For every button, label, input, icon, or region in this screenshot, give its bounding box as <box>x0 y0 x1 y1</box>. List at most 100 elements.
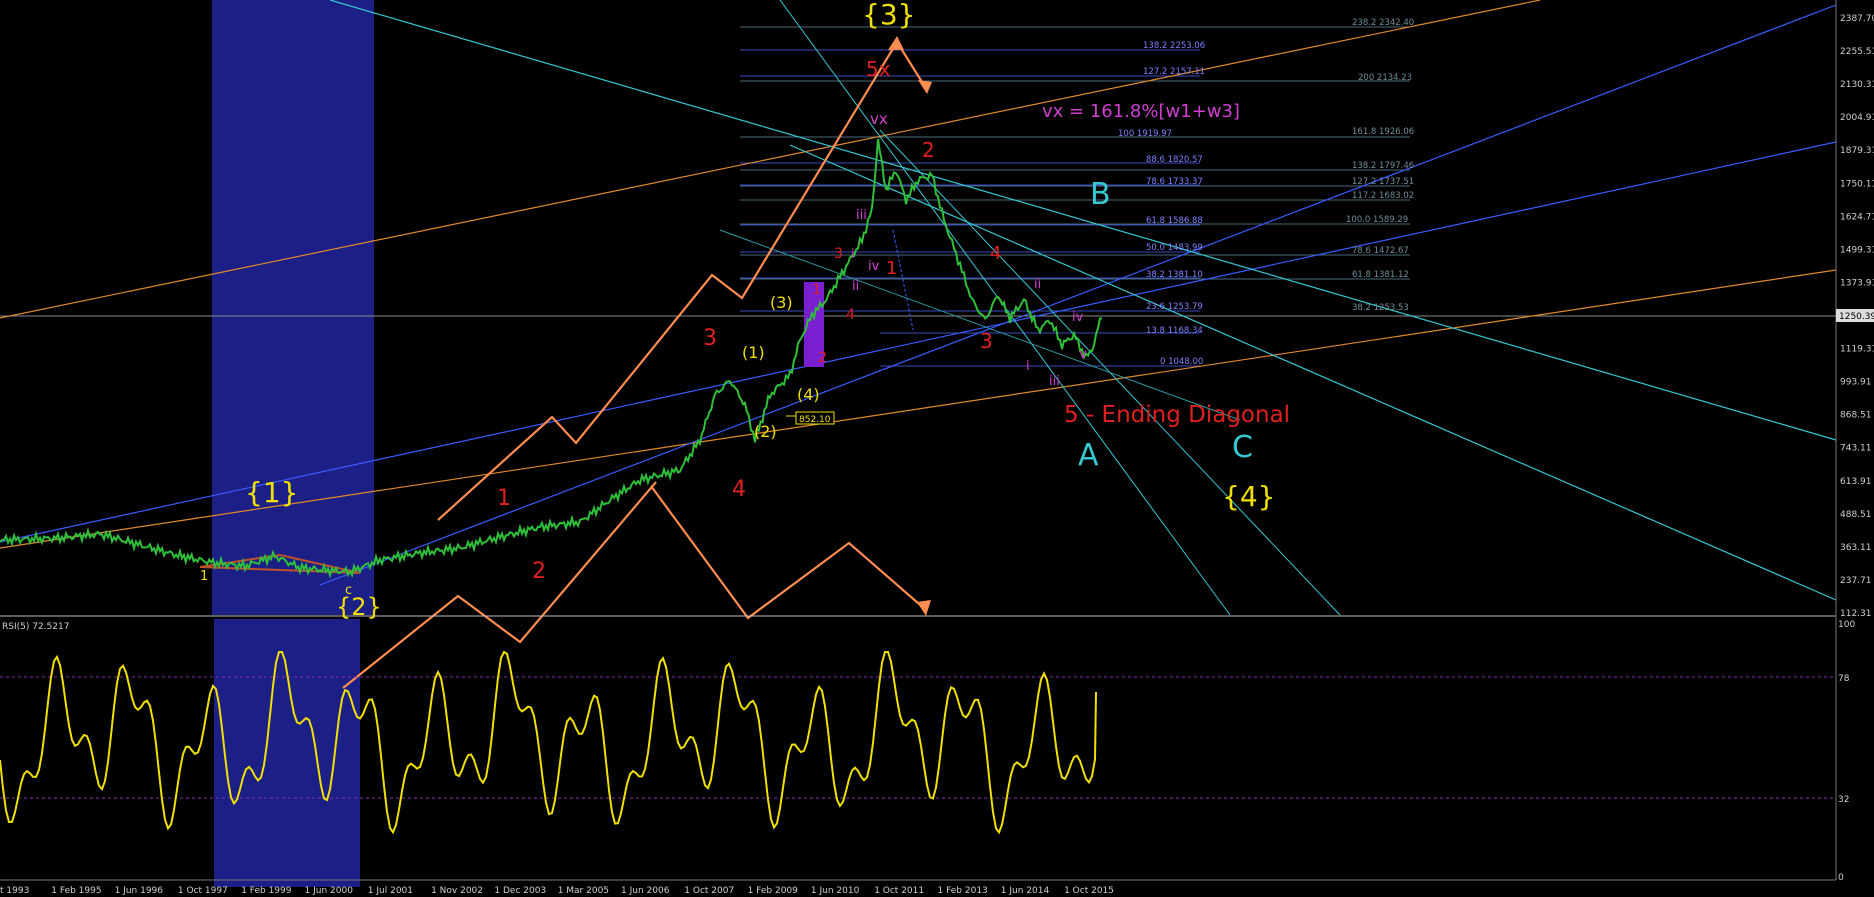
wave-5x-label: 5x <box>866 57 891 81</box>
wave-b-label: B <box>1090 177 1111 212</box>
svg-text:61.8 1381.12: 61.8 1381.12 <box>1352 270 1409 280</box>
wave-r3-label: 3 <box>703 326 717 351</box>
svg-text:50.0 1483.99: 50.0 1483.99 <box>1146 243 1203 253</box>
price-axis-label: 1624.71 <box>1840 212 1874 222</box>
wave-r4-label: 4 <box>732 477 746 502</box>
time-axis-label: 1 Dec 2003 <box>494 886 546 896</box>
wave-r1-label: 1 <box>497 486 511 511</box>
time-axis-label: 1 Oct 2015 <box>1064 886 1114 896</box>
price-marker-label: 852.10 <box>799 415 831 425</box>
wave-r2-label: 2 <box>532 559 546 584</box>
wave-ed-iii-label: iii <box>1049 374 1060 389</box>
time-axis-label: 1 Oct 1997 <box>178 886 228 896</box>
fib-labels-right: 238.2 2342.40 200 2134.23 161.8 1926.06 … <box>1346 18 1414 313</box>
svg-text:238.2 2342.40: 238.2 2342.40 <box>1352 18 1414 28</box>
wave-2-label: {2} <box>336 593 382 621</box>
price-axis-label: 993.91 <box>1840 378 1872 388</box>
wave-3-label: {3} <box>862 0 915 31</box>
price-axis-label: 1499.31 <box>1840 245 1874 255</box>
wave-p1-label: (1) <box>742 343 765 362</box>
svg-text:38.2 1381.10: 38.2 1381.10 <box>1146 270 1203 280</box>
svg-text:138.2 2253.06: 138.2 2253.06 <box>1143 41 1205 51</box>
price-axis-label: 1119.31 <box>1840 345 1874 355</box>
svg-text:78: 78 <box>1838 674 1850 684</box>
price-axis-label: 743.11 <box>1840 444 1872 454</box>
wave-i-label: i <box>851 247 855 262</box>
svg-text:138.2 1797.46: 138.2 1797.46 <box>1352 161 1414 171</box>
time-axis-label: 1 Feb 2013 <box>938 886 988 896</box>
rsi-series <box>0 650 1097 835</box>
trading-chart-window: 2387.70 2255.51 2130.31 2004.91 1879.31 1750.… <box>0 0 1874 897</box>
price-axis-label: 2004.91 <box>1840 113 1874 123</box>
wave-minor1-label: 1 <box>886 258 897 279</box>
current-price-tag: 1250.39 <box>1839 312 1874 322</box>
svg-text:127.2 2157.11: 127.2 2157.11 <box>1143 67 1205 77</box>
wave-p2-label: (2) <box>754 422 777 441</box>
wave-sub3-label: 3 <box>834 246 843 262</box>
wave-vx-label: vx <box>870 110 888 128</box>
svg-text:0 1048.00: 0 1048.00 <box>1160 357 1203 367</box>
svg-text:32: 32 <box>1838 795 1849 805</box>
price-axis-label: 1879.31 <box>1840 146 1874 156</box>
time-axis-label: 1 Jun 1996 <box>115 886 164 896</box>
wave-small-1-label: 1 <box>200 569 208 584</box>
time-axis-label: 1 Feb 2009 <box>748 886 799 896</box>
svg-text:13.8 1168.34: 13.8 1168.34 <box>1146 326 1203 336</box>
wave-small-c-label: c <box>345 583 352 598</box>
wave-c-label: C <box>1232 430 1253 465</box>
price-chart[interactable]: 2387.70 2255.51 2130.31 2004.91 1879.31 1750.… <box>0 0 1874 897</box>
price-axis-label: 613.91 <box>1840 477 1872 487</box>
highlight-band <box>212 0 374 615</box>
time-axis-label: 1 Feb 1999 <box>241 886 292 896</box>
rsi-label: RSI(5) 72.5217 <box>2 622 69 632</box>
svg-text:78.6 1472.67: 78.6 1472.67 <box>1352 246 1409 256</box>
price-axis-label: 363.11 <box>1840 543 1872 553</box>
svg-text:23.6 1253.79: 23.6 1253.79 <box>1146 302 1203 312</box>
ending-diagonal-label: 5 - Ending Diagonal <box>1064 402 1290 428</box>
time-axis-label: 1 Oct 2007 <box>684 886 734 896</box>
svg-text:117.2 1683.02: 117.2 1683.02 <box>1352 191 1414 201</box>
svg-text:127.2 1737.51: 127.2 1737.51 <box>1352 177 1414 187</box>
projection-line <box>892 229 914 331</box>
svg-text:100: 100 <box>1838 620 1855 630</box>
price-axis-label: 1373.91 <box>1840 278 1874 288</box>
price-axis-label: 2387.70 <box>1840 14 1874 24</box>
wave-ed-ii-label: ii <box>1034 277 1041 292</box>
wave-iv-label: iv <box>868 259 880 274</box>
rsi-axis: 100 78 32 0 <box>1838 620 1855 883</box>
svg-text:161.8 1926.06: 161.8 1926.06 <box>1352 127 1414 137</box>
svg-text:200 2134.23: 200 2134.23 <box>1358 73 1412 83</box>
price-axis-label: 1750.11 <box>1840 179 1874 189</box>
svg-text:0: 0 <box>1838 873 1844 883</box>
wave-iii-label: iii <box>856 208 867 223</box>
svg-text:38.2 1253.53: 38.2 1253.53 <box>1352 303 1409 313</box>
time-axis-label: 1 Nov 2002 <box>431 886 483 896</box>
time-axis-label: 1 Jun 2010 <box>811 886 860 896</box>
svg-text:78.6 1733.37: 78.6 1733.37 <box>1146 177 1203 187</box>
vx-formula: vx = 161.8%[w1+w3] <box>1042 101 1240 122</box>
projection-arrows[interactable] <box>342 39 928 689</box>
svg-text:61.8 1586.88: 61.8 1586.88 <box>1146 216 1203 226</box>
time-axis-label: Oct 1993 <box>0 886 29 896</box>
time-axis-label: 1 Jun 2014 <box>1001 886 1050 896</box>
time-axis[interactable]: Oct 1993 1 Feb 1995 1 Jun 1996 1 Oct 1997 1 … <box>0 886 1114 896</box>
price-axis-label: 488.51 <box>1840 510 1872 520</box>
time-axis-label: 1 Jun 2006 <box>621 886 670 896</box>
wave-sub4-label: 4 <box>846 307 855 323</box>
wave-sub1-label: 1 <box>812 282 821 298</box>
time-axis-label: 1 Mar 2005 <box>558 886 609 896</box>
svg-text:100 1919.97: 100 1919.97 <box>1118 129 1172 139</box>
wave-ed-i-label: i <box>1026 359 1030 374</box>
price-axis-label: 868.51 <box>1840 411 1872 421</box>
wave-minor2-label: 2 <box>922 138 935 162</box>
wave-4-label: {4} <box>1222 480 1275 513</box>
time-axis-label: 1 Feb 1995 <box>51 886 101 896</box>
price-axis-label: 237.71 <box>1840 576 1872 586</box>
wave-minor3-label: 3 <box>980 329 993 353</box>
price-axis-label: 112.31 <box>1840 609 1872 619</box>
wave-a-label: A <box>1078 438 1099 473</box>
svg-text:100.0 1589.29: 100.0 1589.29 <box>1346 215 1408 225</box>
wave-ed-iv-label: iv <box>1072 310 1084 325</box>
fib-levels-right <box>740 26 1410 280</box>
wave-ed-v-label: v <box>1079 347 1087 362</box>
